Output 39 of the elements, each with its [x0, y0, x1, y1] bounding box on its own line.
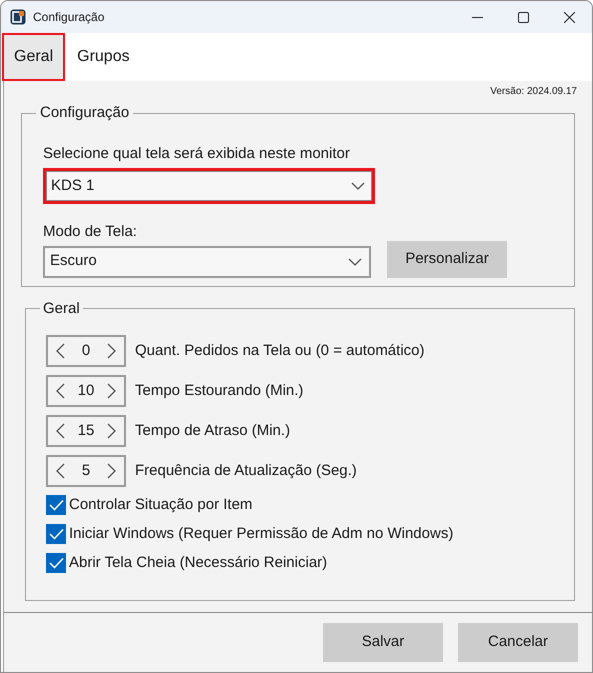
field-label: Frequência de Atualização (Seg.)	[135, 460, 357, 481]
minimize-icon[interactable]	[472, 16, 482, 18]
field-label: Tempo Estourando (Min.)	[135, 380, 304, 401]
chevron-right-icon[interactable]	[107, 423, 116, 439]
chevron-down-icon[interactable]	[351, 182, 365, 190]
field-label: Quant. Pedidos na Tela ou (0 = automático)	[135, 340, 424, 361]
chevron-left-icon[interactable]	[56, 383, 65, 399]
checkbox-label: Abrir Tela Cheia (Necessário Reiniciar)	[69, 552, 328, 573]
close-icon[interactable]	[564, 12, 574, 22]
window-title: Configuração	[33, 9, 104, 26]
checkbox[interactable]	[46, 553, 66, 573]
chevron-down-icon[interactable]	[348, 258, 362, 266]
screen-dropdown[interactable]: KDS 1	[43, 168, 375, 204]
chevron-right-icon[interactable]	[107, 463, 116, 479]
mode-dropdown[interactable]: Escuro	[43, 246, 371, 278]
dialog-button[interactable]: Salvar	[323, 623, 443, 662]
maximize-icon[interactable]	[518, 12, 528, 22]
chevron-left-icon[interactable]	[56, 423, 65, 439]
app-logo-icon	[10, 9, 26, 25]
chevron-left-icon[interactable]	[56, 463, 65, 479]
version-label: Versão: 2024.09.17	[490, 85, 577, 99]
field-label: Tempo de Atraso (Min.)	[135, 420, 290, 441]
number-spinner[interactable]: 5	[46, 455, 126, 487]
field-label: Selecione qual tela será exibida neste monitor	[43, 144, 351, 164]
chevron-right-icon[interactable]	[107, 383, 116, 399]
checkbox-label: Controlar Situação por Item	[69, 494, 252, 515]
group-title: Configuração	[36, 103, 134, 123]
checkbox[interactable]	[46, 495, 66, 515]
number-spinner[interactable]: 10	[46, 375, 126, 407]
chevron-left-icon[interactable]	[56, 343, 65, 359]
checkbox-label: Iniciar Windows (Requer Permissão de Adm no Windows)	[69, 524, 454, 544]
number-spinner[interactable]: 15	[46, 415, 126, 447]
checkbox[interactable]	[46, 524, 66, 544]
tab[interactable]: Geral	[2, 33, 66, 81]
chevron-right-icon[interactable]	[107, 343, 116, 359]
customize-button[interactable]: Personalizar	[387, 241, 507, 278]
number-spinner[interactable]: 0	[46, 335, 126, 367]
field-label: Modo de Tela:	[43, 222, 138, 242]
dialog-button[interactable]: Cancelar	[458, 623, 578, 662]
